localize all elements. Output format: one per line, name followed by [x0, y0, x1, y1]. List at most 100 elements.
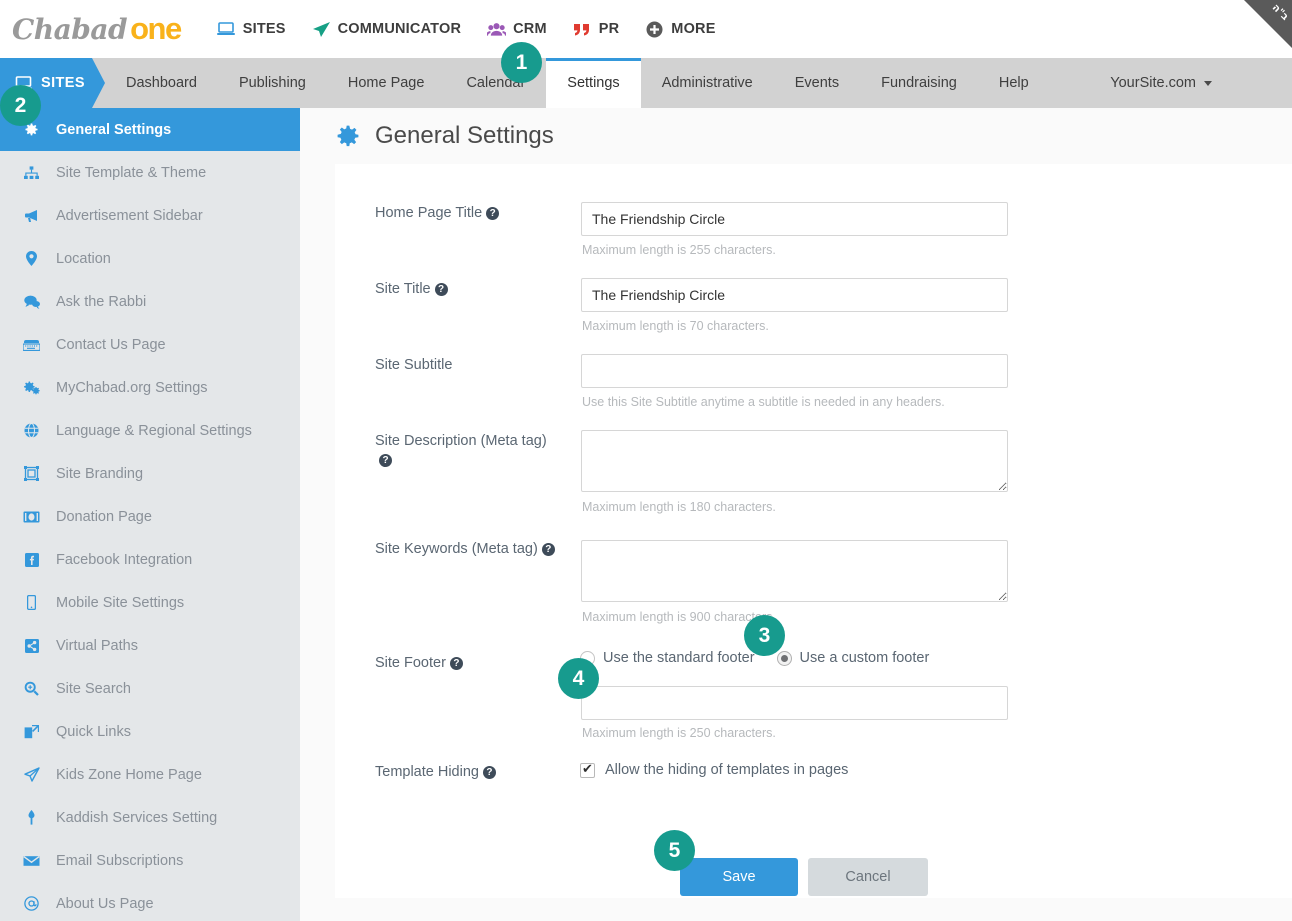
sidebar-item-label: General Settings	[56, 121, 172, 138]
site-description-textarea[interactable]	[581, 430, 1008, 492]
sidebar-item-general-settings[interactable]: General Settings	[0, 108, 300, 151]
sidebar-item-contact-us-page[interactable]: Contact Us Page	[0, 323, 300, 366]
paper-plane-icon	[22, 767, 41, 782]
sidebar-item-ask-the-rabbi[interactable]: Ask the Rabbi	[0, 280, 300, 323]
custom-footer-input[interactable]	[581, 686, 1008, 720]
sidebar-item-kaddish-services-setting[interactable]: Kaddish Services Setting	[0, 796, 300, 839]
home-page-title-input[interactable]	[581, 202, 1008, 236]
subnav-label: Fundraising	[881, 75, 957, 91]
sidebar-item-label: About Us Page	[56, 895, 154, 912]
label-text: Site Keywords (Meta tag)	[375, 541, 538, 557]
sitemap-icon	[22, 165, 41, 180]
help-icon[interactable]: ?	[434, 283, 448, 296]
subnav-label: Publishing	[238, 75, 306, 91]
topnav-item-communicator[interactable]: COMMUNICATOR	[312, 21, 462, 38]
sidebar-item-label: Mobile Site Settings	[56, 594, 185, 611]
sidebar-item-label: Site Search	[56, 680, 131, 697]
subnav-item-dashboard[interactable]: Dashboard	[105, 58, 218, 108]
standard-footer-radio-option[interactable]: Use the standard footer	[580, 650, 755, 666]
help-icon[interactable]: ?	[449, 657, 463, 670]
cancel-button[interactable]: Cancel	[808, 858, 928, 896]
corner-ribbon-triangle	[1244, 0, 1292, 48]
topnav-item-sites[interactable]: SITES	[217, 21, 286, 38]
corner-ribbon: ב"ה	[1244, 0, 1292, 48]
label-text: Home Page Title	[375, 205, 483, 221]
sidebar-item-advertisement-sidebar[interactable]: Advertisement Sidebar	[0, 194, 300, 237]
external-link-icon	[22, 724, 41, 739]
subnav-item-events[interactable]: Events	[774, 58, 860, 108]
subnav-tag-arrow	[92, 58, 105, 108]
users-icon	[487, 21, 507, 38]
sidebar-item-virtual-paths[interactable]: Virtual Paths	[0, 624, 300, 667]
plus-circle-icon	[645, 21, 664, 38]
search-plus-icon	[22, 681, 41, 696]
label-text: Template Hiding	[375, 764, 479, 780]
sidebar-item-quick-links[interactable]: Quick Links	[0, 710, 300, 753]
topnav-item-more[interactable]: MORE	[645, 21, 715, 38]
template-hiding-label: Template Hiding?	[375, 763, 575, 782]
annotation-badge-3: 3	[744, 615, 785, 656]
sidebar-item-label: Site Branding	[56, 465, 144, 482]
checkbox-checked[interactable]	[580, 762, 595, 778]
topnav-item-crm[interactable]: CRM	[487, 21, 547, 38]
subnav-item-settings[interactable]: Settings	[546, 58, 642, 108]
subnav-item-home-page[interactable]: Home Page	[327, 58, 446, 108]
sidebar-item-site-search[interactable]: Site Search	[0, 667, 300, 710]
checkbox-label: Allow the hiding of templates in pages	[605, 762, 849, 778]
site-selector-label: YourSite.com	[1110, 75, 1196, 91]
sidebar-item-site-branding[interactable]: Site Branding	[0, 452, 300, 495]
site-title-input[interactable]	[581, 278, 1008, 312]
mobile-icon	[22, 595, 41, 610]
topnav-label: PR	[598, 21, 620, 37]
site-subtitle-input[interactable]	[581, 354, 1008, 388]
save-button[interactable]: Save	[680, 858, 798, 896]
subnav-item-publishing[interactable]: Publishing	[218, 58, 327, 108]
radio-label: Use the standard footer	[603, 650, 755, 666]
site-title-label: Site Title?	[375, 280, 575, 299]
sidebar-item-label: MyChabad.org Settings	[56, 379, 208, 396]
sidebar-item-language-regional-settings[interactable]: Language & Regional Settings	[0, 409, 300, 452]
sidebar-item-label: Email Subscriptions	[56, 852, 184, 869]
chabad-one-logo[interactable]: Chabad one	[12, 11, 182, 47]
sidebar-item-label: Virtual Paths	[56, 637, 138, 654]
sidebar-item-facebook-integration[interactable]: Facebook Integration	[0, 538, 300, 581]
sidebar-item-about-us-page[interactable]: About Us Page	[0, 882, 300, 921]
custom-footer-radio-option[interactable]: Use a custom footer	[776, 650, 929, 666]
sidebar-item-donation-page[interactable]: Donation Page	[0, 495, 300, 538]
sidebar-item-label: Advertisement Sidebar	[56, 207, 203, 224]
sidebar-item-mychabad-settings[interactable]: MyChabad.org Settings	[0, 366, 300, 409]
sidebar-item-label: Quick Links	[56, 723, 131, 740]
topnav-item-pr[interactable]: PR	[573, 21, 620, 38]
home-page-title-hint: Maximum length is 255 characters.	[582, 243, 776, 257]
page-header: General Settings	[335, 108, 1292, 163]
help-icon[interactable]: ?	[541, 543, 555, 556]
sidebar-item-location[interactable]: Location	[0, 237, 300, 280]
topnav-label: SITES	[242, 21, 286, 37]
sidebar-item-mobile-site-settings[interactable]: Mobile Site Settings	[0, 581, 300, 624]
help-icon[interactable]: ?	[482, 766, 496, 779]
help-icon[interactable]: ?	[486, 207, 500, 220]
site-keywords-textarea[interactable]	[581, 540, 1008, 602]
sidebar-item-kids-zone-home-page[interactable]: Kids Zone Home Page	[0, 753, 300, 796]
sidebar-item-site-template-theme[interactable]: Site Template & Theme	[0, 151, 300, 194]
sidebar-item-email-subscriptions[interactable]: Email Subscriptions	[0, 839, 300, 882]
main-content: General Settings Home Page Title? Maximu…	[300, 108, 1292, 921]
subnav-item-help[interactable]: Help	[978, 58, 1050, 108]
laptop-icon	[217, 21, 236, 38]
subnav-item-fundraising[interactable]: Fundraising	[860, 58, 978, 108]
label-text: Site Subtitle	[375, 357, 453, 373]
help-icon[interactable]: ?	[379, 454, 392, 467]
top-brand-bar: Chabad one SITES COMMUNICATOR CRM PR MOR…	[0, 0, 1292, 58]
template-hiding-checkbox-row[interactable]: Allow the hiding of templates in pages	[580, 762, 848, 778]
topnav-label: MORE	[671, 21, 716, 37]
site-description-label: Site Description (Meta tag)?	[375, 432, 555, 470]
site-selector[interactable]: YourSite.com	[1110, 58, 1212, 108]
radio-button-selected[interactable]	[776, 650, 792, 666]
candle-icon	[22, 810, 41, 825]
subnav-item-administrative[interactable]: Administrative	[641, 58, 774, 108]
money-icon	[22, 511, 41, 523]
sidebar-item-label: Site Template & Theme	[56, 164, 207, 181]
logo-secondary-text: one	[130, 11, 182, 46]
site-title-hint: Maximum length is 70 characters.	[582, 319, 769, 333]
envelope-icon	[22, 855, 41, 867]
